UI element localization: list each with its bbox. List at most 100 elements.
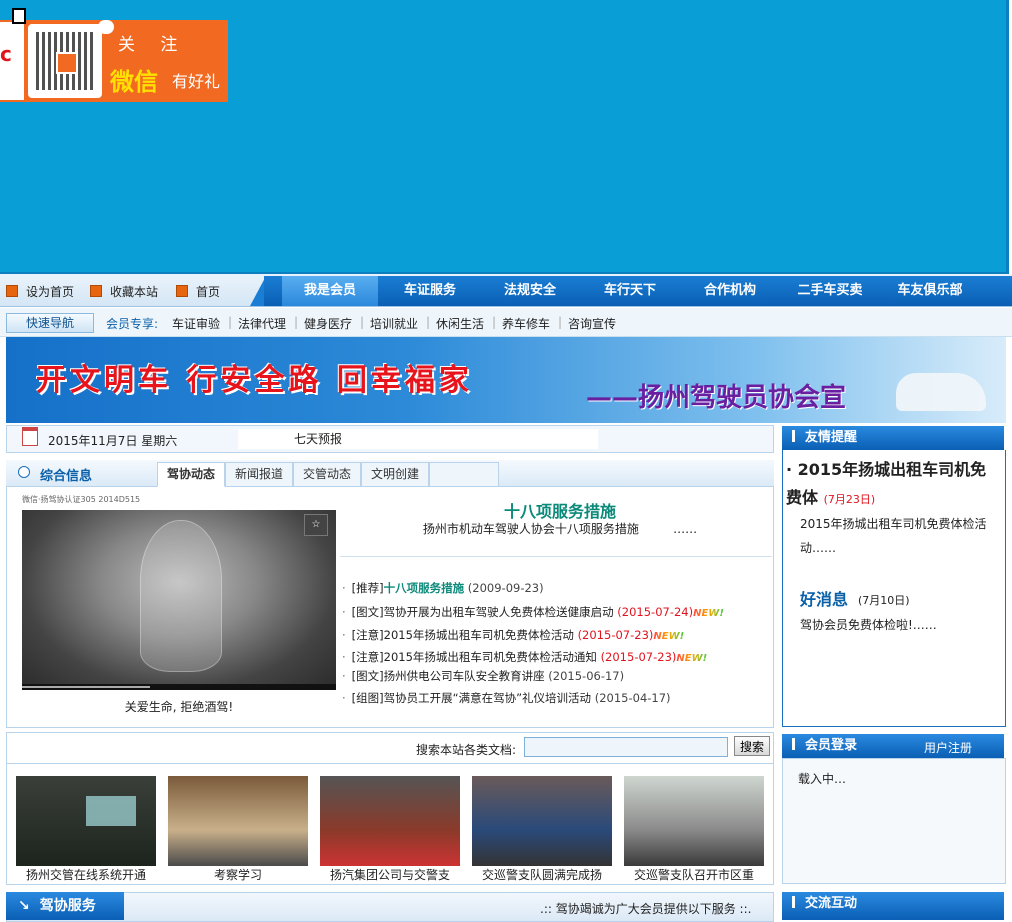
new-badge: NEW!: [653, 631, 685, 642]
qr-code: [28, 24, 102, 98]
nav-member[interactable]: 我是会员: [282, 276, 378, 306]
new-badge: NEW!: [693, 608, 724, 619]
ad-follow-text: 关 注: [118, 35, 188, 55]
arrow-icon: [90, 285, 102, 297]
arrow-icon: ↘: [18, 898, 30, 914]
news-title[interactable]: 扬州供电公司车队安全教育讲座: [384, 669, 545, 683]
good-news-body[interactable]: 驾协会员免费体检啦!……: [800, 616, 937, 633]
quick-nav-button[interactable]: 快速导航: [6, 313, 94, 333]
feature-desc-text: 扬州市机动车驾驶人协会十八项服务措施: [422, 522, 639, 536]
nav-travel[interactable]: 车行天下: [582, 276, 678, 306]
photo-thumbnail[interactable]: [168, 776, 308, 866]
news-item[interactable]: · [组图]驾协员工开展“满意在驾协”礼仪培训活动 (2015-04-17): [342, 690, 671, 706]
interaction-header: 交流互动: [782, 892, 1004, 920]
ad-gift-text: 有好礼: [172, 72, 221, 91]
separator: |: [294, 315, 299, 329]
sub-nav-item[interactable]: 培训就业: [370, 315, 418, 332]
search-button[interactable]: 搜索: [734, 736, 770, 756]
separator: |: [426, 315, 431, 329]
photo-caption[interactable]: 考察学习: [163, 866, 313, 883]
news-title[interactable]: 2015年扬城出租车司机免费体检活动通知: [384, 650, 597, 664]
photo-thumbnail[interactable]: [624, 776, 764, 866]
sub-nav-item[interactable]: 休闲生活: [436, 315, 484, 332]
weather-forecast[interactable]: 七天预报: [238, 429, 598, 449]
nav-law-safety[interactable]: 法规安全: [482, 276, 578, 306]
news-tag: [图文]: [351, 669, 384, 683]
more-link[interactable]: ……: [673, 522, 697, 536]
arrow-icon: [176, 285, 188, 297]
sub-nav-item[interactable]: 养车修车: [502, 315, 550, 332]
tab-civilization[interactable]: 文明创建: [361, 462, 429, 487]
sub-nav-item[interactable]: 车证审验: [172, 315, 220, 332]
sub-nav-item[interactable]: 法律代理: [238, 315, 286, 332]
tab-news-reports[interactable]: 新闻报道: [225, 462, 293, 487]
nav-license-service[interactable]: 车证服务: [382, 276, 478, 306]
reminder-item-body[interactable]: 2015年扬城出租车司机免费体检活动……: [800, 512, 996, 560]
photo-caption[interactable]: 交巡警支队召开市区重: [619, 866, 769, 883]
news-item[interactable]: · [注意]2015年扬城出租车司机免费体检活动通知 (2015-07-23)NE…: [342, 649, 707, 665]
video-source-label: 微信·扬驾协认证305 2014D515: [22, 495, 141, 504]
photo-thumbnail[interactable]: [16, 776, 156, 866]
loading-text: 载入中…: [798, 772, 847, 786]
news-title[interactable]: 驾协员工开展“满意在驾协”礼仪培训活动: [384, 691, 591, 705]
register-link[interactable]: 用户注册: [924, 739, 972, 756]
nav-used-cars[interactable]: 二手车买卖: [782, 276, 878, 306]
search-input[interactable]: [524, 737, 728, 757]
current-date: 2015年11月7日 星期六: [48, 434, 178, 448]
login-title: 会员登录: [805, 738, 858, 753]
news-date: (2015-07-24): [617, 605, 694, 619]
news-date: (2015-07-23): [600, 650, 677, 664]
photo-caption[interactable]: 扬汽集团公司与交警支: [315, 866, 465, 883]
photo-caption[interactable]: 交巡警支队圆满完成扬: [467, 866, 617, 883]
play-icon: [18, 466, 30, 478]
news-item[interactable]: · [图文]扬州供电公司车队安全教育讲座 (2015-06-17): [342, 668, 624, 684]
service-header: ↘ 驾协服务: [6, 892, 124, 920]
good-news-title[interactable]: 好消息: [800, 586, 848, 610]
news-title[interactable]: 2015年扬城出租车司机免费体检活动: [384, 628, 574, 642]
reminder-date: (7月23日): [823, 493, 876, 506]
interaction-title: 交流互动: [805, 896, 858, 911]
arrow-icon: [6, 285, 18, 297]
service-title: 驾协服务: [39, 898, 96, 914]
tab-empty: [429, 462, 499, 487]
news-title[interactable]: 十八项服务措施: [384, 581, 465, 595]
nav-partners[interactable]: 合作机构: [682, 276, 778, 306]
divider: [340, 556, 772, 557]
tab-association-news[interactable]: 驾协动态: [157, 462, 225, 487]
feature-title[interactable]: 十八项服务措施: [340, 498, 780, 522]
banner-slogan: 开文明车 行安全路 回幸福家: [36, 363, 473, 398]
info-panel-title: 综合信息: [40, 469, 93, 484]
reminder-item-title[interactable]: · 2015年扬城出租车司机免费体 (7月23日): [786, 456, 1000, 514]
nav-car-club[interactable]: 车友俱乐部: [882, 276, 978, 306]
news-item[interactable]: · [推荐]十八项服务措施 (2009-09-23): [342, 580, 544, 596]
bookmark-link[interactable]: 收藏本站: [90, 283, 158, 300]
link-label: 首页: [196, 285, 221, 299]
photo-thumbnail[interactable]: [320, 776, 460, 866]
star-icon[interactable]: ☆: [304, 514, 328, 536]
home-link[interactable]: 首页: [176, 283, 220, 300]
calendar-icon: [22, 427, 38, 446]
photo-thumbnail[interactable]: [472, 776, 612, 866]
news-title[interactable]: 驾协开展为出租车驾驶人免费体检送健康启动: [384, 605, 614, 619]
video-caption: 关爱生命, 拒绝酒驾!: [124, 700, 234, 714]
news-item[interactable]: · [图文]驾协开展为出租车驾驶人免费体检送健康启动 (2015-07-24)NE…: [342, 604, 724, 620]
close-icon[interactable]: [12, 8, 26, 24]
video-player[interactable]: [22, 510, 336, 690]
set-homepage-link[interactable]: 设为首页: [6, 283, 74, 300]
news-date: (2015-07-23): [577, 628, 654, 642]
news-tag: [图文]: [351, 605, 384, 619]
photo-caption[interactable]: 扬州交管在线系统开通: [11, 866, 161, 883]
news-tag: [组图]: [351, 691, 384, 705]
reminder-headline[interactable]: · 2015年扬城出租车司机免费体: [786, 460, 986, 507]
reminder-title: 友情提醒: [805, 430, 858, 445]
news-tag: [注意]: [351, 628, 384, 642]
sub-nav-item[interactable]: 咨询宣传: [568, 315, 616, 332]
slogan-banner: 开文明车 行安全路 回幸福家 ——扬州驾驶员协会宣: [6, 337, 1006, 423]
video-progress[interactable]: [22, 686, 150, 688]
service-tagline: .:: 驾协竭诚为广大会员提供以下服务 ::.: [540, 902, 752, 916]
news-item[interactable]: · [注意]2015年扬城出租车司机免费体检活动 (2015-07-23)NEW!: [342, 627, 684, 643]
feature-description: 扬州市机动车驾驶人协会十八项服务措施 ……: [340, 520, 780, 537]
tab-traffic-news[interactable]: 交管动态: [293, 462, 361, 487]
sub-nav-item[interactable]: 健身医疗: [304, 315, 352, 332]
separator: |: [558, 315, 563, 329]
